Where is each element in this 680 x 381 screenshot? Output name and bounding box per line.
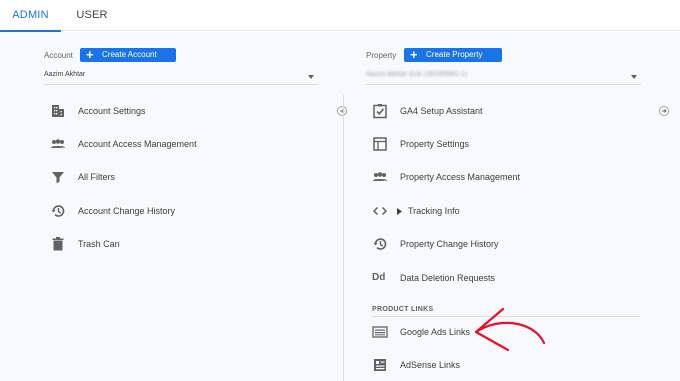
history-icon [373, 238, 387, 250]
arrow-right-icon [340, 109, 345, 113]
building-icon [52, 105, 64, 117]
column-divider [343, 95, 344, 381]
menu-item-label: GA4 Setup Assistant [400, 106, 483, 116]
menu-item-label: AdSense Links [400, 360, 461, 370]
people-icon [50, 139, 66, 148]
menu-item-label: Data Deletion Requests [400, 273, 496, 283]
menu-item-label: All Filters [78, 172, 116, 182]
filter-icon [52, 172, 64, 183]
trash-icon [52, 237, 64, 251]
checkbox-icon [373, 104, 387, 119]
account-column-label: Account [44, 51, 73, 60]
menu-item-label: Property Access Management [400, 172, 521, 182]
menu-item-label: Account Settings [78, 106, 146, 116]
top-tab-bar: ADMIN USER [0, 0, 680, 32]
menu-item-label: Account Access Management [78, 139, 197, 149]
menu-item-label: Tracking Info [408, 206, 460, 216]
chevron-down-icon[interactable] [308, 75, 314, 79]
plus-icon: + [86, 47, 94, 62]
tab-admin-label: ADMIN [12, 9, 49, 21]
collapse-account-button[interactable] [337, 106, 347, 116]
layout-icon [373, 137, 387, 151]
ads-icon [372, 326, 388, 338]
plus-icon: + [410, 47, 418, 62]
account-selector-underline [44, 84, 318, 85]
product-links-header: PRODUCT LINKS [372, 306, 434, 313]
people-icon [372, 172, 388, 181]
menu-item-label: Account Change History [78, 206, 176, 216]
tab-admin[interactable]: ADMIN [0, 0, 61, 32]
section-divider [372, 316, 640, 317]
property-selector-value[interactable]: Aazim Akhtar (UA-190185861-1) [366, 71, 467, 78]
property-selector-underline [366, 84, 641, 85]
menu-item-label: Property Settings [400, 139, 470, 149]
dd-icon: Dd [372, 272, 386, 283]
create-property-label: Create Property [426, 50, 483, 59]
code-icon [372, 206, 388, 216]
menu-item-label: Google Ads Links [400, 327, 471, 337]
expand-triangle-icon[interactable] [397, 208, 402, 215]
create-account-button[interactable]: + Create Account [80, 48, 176, 62]
tab-user-label: USER [76, 9, 108, 21]
property-column-label: Property [366, 51, 397, 60]
menu-item-label: Trash Can [78, 239, 120, 249]
adsense-icon [374, 359, 386, 371]
create-property-button[interactable]: + Create Property [404, 48, 502, 62]
menu-item-label: Property Change History [400, 239, 499, 249]
collapse-property-button[interactable] [659, 106, 669, 116]
create-account-label: Create Account [102, 50, 157, 59]
tab-user[interactable]: USER [72, 0, 112, 31]
history-icon [51, 205, 65, 217]
account-selector-value[interactable]: Aazim Akhtar [44, 71, 85, 78]
chevron-down-icon[interactable] [631, 75, 637, 79]
arrow-right-icon [662, 109, 667, 113]
